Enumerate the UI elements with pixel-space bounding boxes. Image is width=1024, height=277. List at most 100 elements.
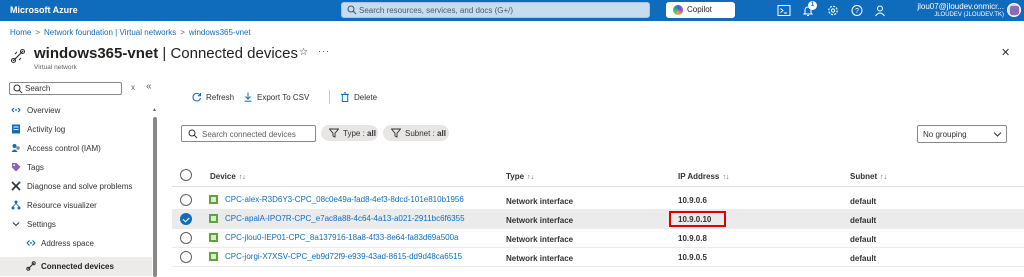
- device-subnet: default: [850, 216, 877, 225]
- sort-icon: ↑↓: [527, 174, 535, 181]
- table-row[interactable]: CPC-alex-R3D6Y3-CPC_08c0e49a-fad8-4ef3-8…: [172, 191, 1024, 210]
- sidebar-item-overview[interactable]: Overview: [0, 101, 152, 120]
- copilot-icon: [673, 5, 683, 15]
- more-options-icon[interactable]: ···: [318, 46, 330, 56]
- network-interface-icon: [209, 233, 218, 242]
- page-name: Connected devices: [170, 45, 299, 62]
- sidebar-item-connected-devices[interactable]: Connected devices: [0, 257, 152, 276]
- row-select-radio[interactable]: [180, 213, 192, 225]
- table-row[interactable]: CPC-jlou0-IEP01-CPC_8a137916-18a8-4f33-8…: [172, 229, 1024, 248]
- row-select-radio[interactable]: [180, 232, 192, 244]
- resource-name: windows365-vnet: [34, 45, 159, 62]
- device-link[interactable]: CPC-jlou0-IEP01-CPC_8a137916-18a8-4f33-8…: [225, 233, 459, 242]
- breadcrumb-separator: >: [35, 28, 41, 37]
- close-icon[interactable]: ✕: [1001, 46, 1010, 59]
- sidebar-clear-icon[interactable]: x: [131, 83, 135, 92]
- column-header-type[interactable]: Type ↑↓: [506, 172, 534, 181]
- copilot-button[interactable]: Copilot: [666, 2, 735, 18]
- page-title: windows365-vnet | Connected devices: [34, 45, 298, 62]
- subnet-filter-label: Subnet : all: [405, 129, 446, 138]
- grouping-select[interactable]: No grouping: [917, 125, 1007, 143]
- copilot-label: Copilot: [687, 5, 712, 14]
- device-type: Network interface: [506, 254, 574, 263]
- chevron-down-icon: [12, 222, 20, 227]
- refresh-label: Refresh: [206, 93, 235, 102]
- scroll-up-icon[interactable]: ▲: [152, 107, 157, 113]
- sidebar-collapse-icon[interactable]: «: [146, 81, 152, 92]
- sidebar-item-settings[interactable]: Settings: [0, 215, 152, 234]
- portal-brand[interactable]: Microsoft Azure: [10, 5, 78, 15]
- iam-icon: [11, 144, 20, 152]
- account-user: jlou07@jloudev.onmicr...: [917, 2, 1004, 11]
- breadcrumb-network-foundation[interactable]: Network foundation | Virtual networks: [44, 28, 176, 37]
- sidebar-item-tags[interactable]: Tags: [0, 158, 152, 177]
- sidebar-item-label: Access control (IAM): [27, 144, 101, 153]
- diagnose-icon: [11, 181, 21, 191]
- sidebar-item-diagnose[interactable]: Diagnose and solve problems: [0, 177, 152, 196]
- breadcrumb: Home > Network foundation | Virtual networ…: [10, 28, 251, 37]
- chevron-down-icon: [993, 132, 1002, 137]
- device-type: Network interface: [506, 235, 574, 244]
- sidebar-item-activity-log[interactable]: Activity log: [0, 120, 152, 139]
- row-select-radio[interactable]: [180, 194, 192, 206]
- sidebar-scrollbar[interactable]: [153, 117, 157, 277]
- sidebar-item-iam[interactable]: Access control (IAM): [0, 139, 152, 158]
- sidebar-item-label: Tags: [27, 163, 44, 172]
- type-filter-label: Type : all: [343, 129, 376, 138]
- column-header-subnet[interactable]: Subnet ↑↓: [850, 172, 887, 181]
- tag-icon: [12, 163, 21, 172]
- breadcrumb-vnet[interactable]: windows365-vnet: [189, 28, 251, 37]
- header-divider: [172, 186, 1024, 187]
- activity-log-icon: [12, 124, 20, 134]
- sort-icon: ↑↓: [722, 174, 730, 181]
- connected-devices-icon: [26, 261, 36, 271]
- account-menu[interactable]: jlou07@jloudev.onmicr... JLOUDEV (JLOUDE…: [888, 2, 1004, 18]
- virtual-network-icon: [10, 48, 26, 64]
- select-all-radio[interactable]: [180, 169, 192, 181]
- global-search-input[interactable]: Search resources, services, and docs (G+…: [341, 2, 650, 18]
- grouping-value: No grouping: [923, 130, 967, 139]
- global-search-placeholder: Search resources, services, and docs (G+…: [359, 6, 514, 15]
- device-search-placeholder: Search connected devices: [202, 130, 296, 139]
- subnet-filter-pill[interactable]: Subnet : all: [383, 125, 449, 141]
- column-header-device[interactable]: Device ↑↓: [210, 172, 246, 181]
- table-row[interactable]: CPC-jorgi-X7XSV-CPC_eb9d72f9-e939-43ad-8…: [172, 248, 1024, 267]
- device-search-input[interactable]: Search connected devices: [181, 125, 316, 142]
- sidebar-search-placeholder: Search: [25, 84, 51, 93]
- breadcrumb-home[interactable]: Home: [10, 28, 31, 37]
- device-type: Network interface: [506, 197, 574, 206]
- network-interface-icon: [209, 252, 218, 261]
- trash-icon: [341, 92, 349, 102]
- sidebar-item-address-space[interactable]: Address space: [0, 234, 152, 253]
- favorite-star-icon[interactable]: ☆: [299, 47, 308, 58]
- ip-highlight-box: [669, 211, 726, 227]
- feedback-icon[interactable]: [873, 4, 887, 17]
- toolbar-divider: [329, 90, 330, 104]
- device-link[interactable]: CPC-alex-R3D6Y3-CPC_08c0e49a-fad8-4ef3-8…: [225, 195, 464, 204]
- device-ip: 10.9.0.6: [678, 196, 707, 205]
- gear-icon[interactable]: [826, 4, 840, 17]
- device-link[interactable]: CPC-jorgi-X7XSV-CPC_eb9d72f9-e939-43ad-8…: [225, 252, 462, 261]
- help-icon[interactable]: ?: [850, 4, 864, 17]
- export-csv-label: Export To CSV: [257, 93, 310, 102]
- device-link[interactable]: CPC-apalA-IPO7R-CPC_e7ac8a88-4c64-4a13-a…: [225, 214, 465, 223]
- overview-icon: [11, 107, 21, 113]
- sidebar-item-resource-visualizer[interactable]: Resource visualizer: [0, 196, 152, 215]
- device-ip: 10.9.0.8: [678, 234, 707, 243]
- sidebar-search-input[interactable]: Search: [9, 82, 122, 95]
- row-select-radio[interactable]: [180, 251, 192, 263]
- sort-icon: ↑↓: [880, 174, 888, 181]
- cloud-shell-icon[interactable]: [777, 4, 791, 17]
- device-type: Network interface: [506, 216, 574, 225]
- table-row[interactable]: CPC-apalA-IPO7R-CPC_e7ac8a88-4c64-4a13-a…: [172, 210, 1024, 229]
- column-header-ip-address[interactable]: IP Address ↑↓: [678, 172, 729, 181]
- sidebar-item-label: Diagnose and solve problems: [27, 182, 133, 191]
- device-subnet: default: [850, 254, 877, 263]
- resource-type: Virtual network: [34, 64, 77, 71]
- type-filter-pill[interactable]: Type : all: [321, 125, 378, 141]
- breadcrumb-separator: >: [180, 28, 185, 37]
- visualizer-icon: [11, 200, 21, 210]
- avatar[interactable]: [1007, 3, 1021, 17]
- svg-text:?: ?: [855, 8, 859, 15]
- network-interface-icon: [209, 195, 218, 204]
